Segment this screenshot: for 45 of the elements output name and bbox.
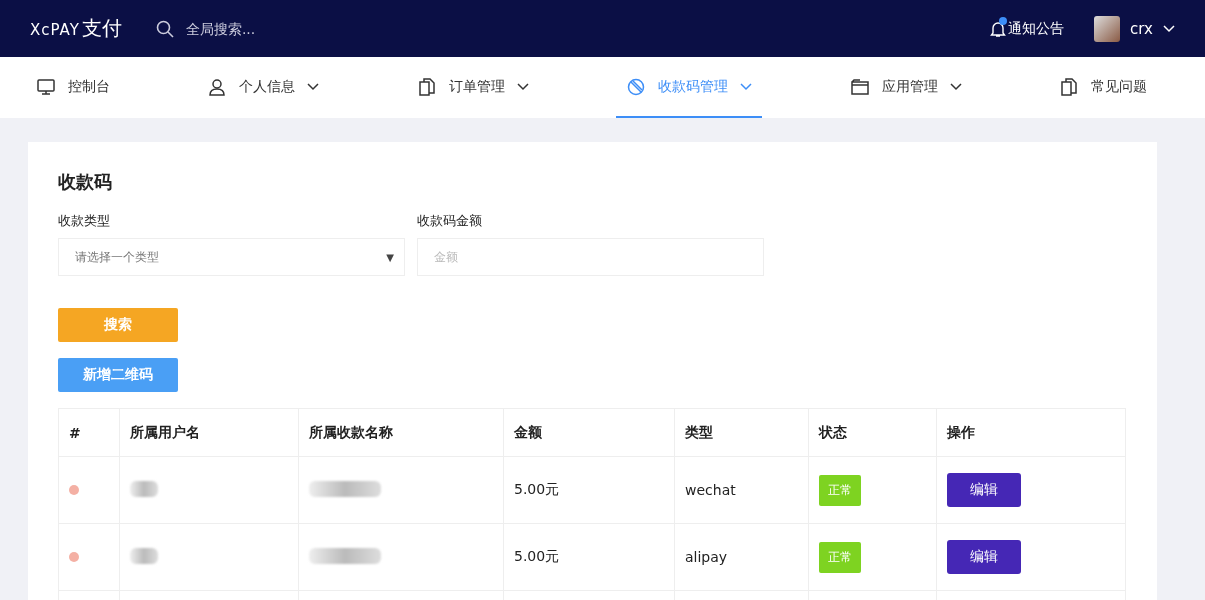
ban-icon	[626, 76, 647, 97]
column-header: 操作	[936, 408, 1126, 457]
user-icon	[207, 76, 228, 97]
logo-text: 支付	[81, 15, 122, 42]
notice-link[interactable]: 通知公告	[1008, 19, 1065, 38]
bell-icon[interactable]	[990, 19, 1007, 38]
search-field[interactable]: 全局搜索...	[183, 19, 348, 38]
logo-wordmark: XcPAY	[30, 21, 80, 39]
column-header: #	[58, 408, 120, 457]
copy-icon	[416, 76, 437, 97]
status-tag: 正常	[819, 474, 861, 506]
search-icon	[155, 19, 174, 38]
table-cell: wechat	[674, 456, 809, 524]
monitor-icon	[36, 76, 56, 97]
edit-button[interactable]: 编辑	[947, 540, 1021, 574]
caret-icon: ▼	[386, 251, 394, 263]
avatar-image[interactable]	[1094, 15, 1121, 42]
column-header: 金额	[503, 408, 675, 457]
nav-tab[interactable]: 控制台	[26, 57, 120, 118]
redacted-placeholder	[130, 547, 158, 564]
table-cell: 5.00元	[503, 456, 675, 524]
edit-button[interactable]: 编辑	[947, 473, 1021, 507]
table-cell: alipay	[674, 523, 809, 591]
table-cell: 5.00元	[503, 523, 675, 591]
copy-icon	[1058, 76, 1079, 97]
column-header: 所属收款名称	[298, 408, 504, 457]
amount-field[interactable]: 金额	[417, 238, 764, 276]
chevron-down-icon[interactable]	[1163, 24, 1175, 33]
column-header: 类型	[674, 408, 809, 457]
status-tag: 正常	[819, 541, 861, 573]
nav-tab[interactable]: 应用管理	[839, 57, 972, 118]
field-label: 收款类型	[58, 212, 111, 230]
column-header: 所属用户名	[119, 408, 299, 457]
nav-tab[interactable]: 常见问题	[1048, 57, 1157, 118]
folder-icon	[849, 76, 870, 97]
field-label: 收款码金额	[417, 212, 483, 230]
type-select[interactable]: 请选择一个类型 ▼	[58, 238, 405, 276]
panel-title: 收款码	[58, 170, 113, 194]
redacted-placeholder	[309, 480, 381, 497]
nav-tab[interactable]: 订单管理	[406, 57, 539, 118]
nav-tab[interactable]: 个人信息	[197, 57, 330, 118]
redacted-placeholder	[130, 480, 158, 497]
column-header: 状态	[808, 408, 937, 457]
user-name[interactable]: crx	[1130, 19, 1153, 38]
redacted-placeholder	[309, 547, 381, 564]
